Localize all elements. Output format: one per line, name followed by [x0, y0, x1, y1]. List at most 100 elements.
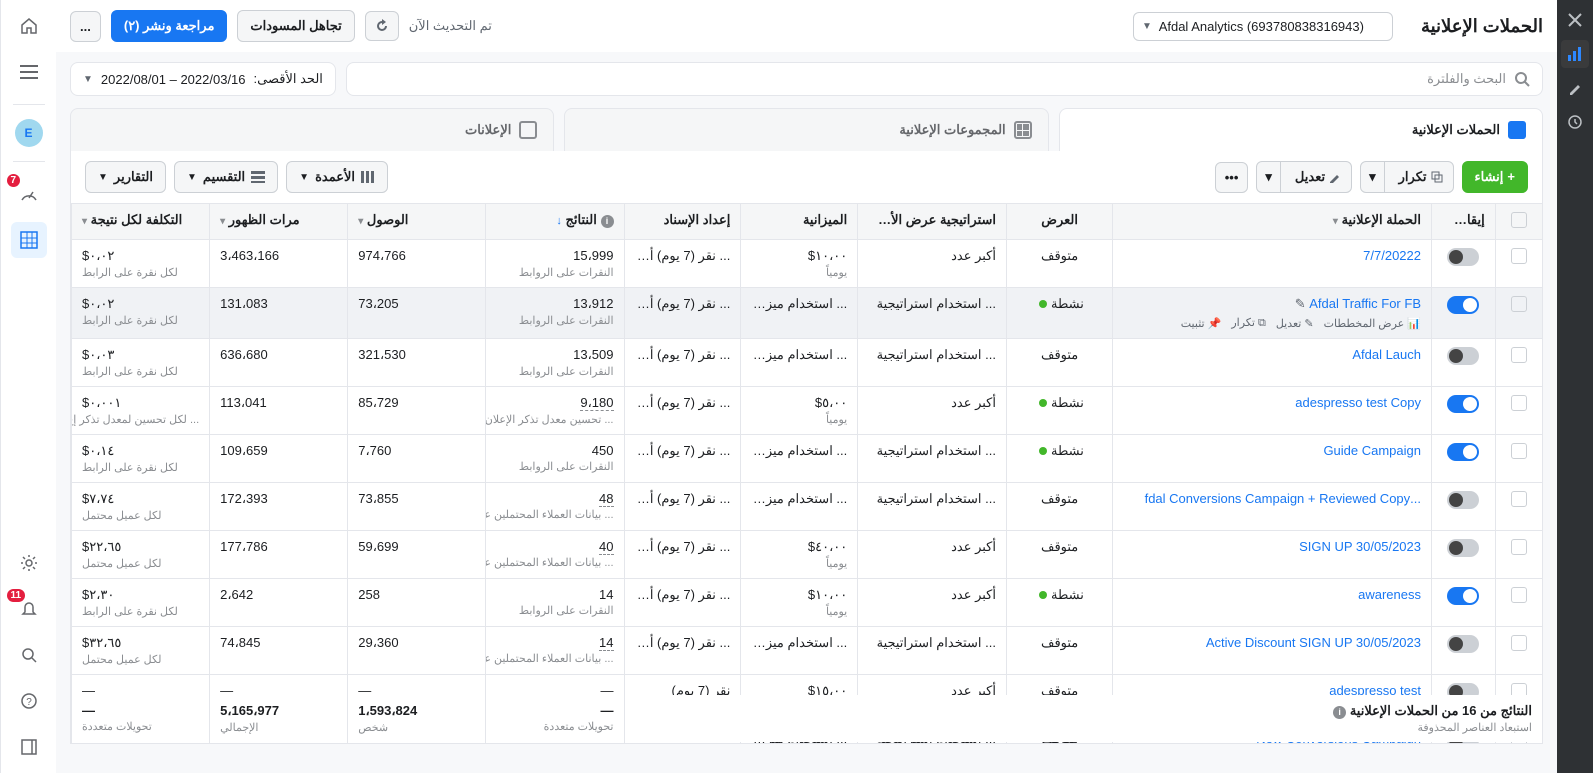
ads-icon	[519, 121, 537, 139]
results-value: 14	[599, 635, 613, 651]
row-toggle[interactable]	[1447, 539, 1479, 557]
row-checkbox[interactable]	[1511, 347, 1527, 363]
row-toggle[interactable]	[1447, 395, 1479, 413]
col-header-reach[interactable]: الوصول ▾	[348, 204, 486, 240]
chevron-down-icon[interactable]: ▾	[1257, 162, 1281, 192]
row-checkbox[interactable]	[1511, 587, 1527, 603]
footer-reach: 1،593،824	[358, 704, 417, 719]
campaign-link[interactable]: Afdal Traffic For FB	[1309, 296, 1421, 311]
chevron-down-icon[interactable]: ▾	[1361, 162, 1385, 192]
search-filter-input[interactable]: البحث والفلترة	[346, 62, 1543, 96]
edit-drawer-icon[interactable]	[1561, 74, 1589, 102]
row-checkbox[interactable]	[1511, 635, 1527, 651]
menu-icon[interactable]	[11, 54, 47, 90]
impressions-value: 131،083	[220, 296, 268, 311]
panel-icon[interactable]	[11, 729, 47, 765]
col-header-budget[interactable]: الميزانية	[741, 204, 858, 240]
row-checkbox[interactable]	[1511, 248, 1527, 264]
row-toggle[interactable]	[1447, 347, 1479, 365]
campaign-link[interactable]: Guide Campaign	[1323, 443, 1421, 458]
discard-drafts-button[interactable]: تجاهل المسودات	[237, 10, 354, 42]
col-header-bid[interactable]: استراتيجية عرض الأسعار	[858, 204, 1007, 240]
campaigns-icon	[1508, 121, 1526, 139]
row-toggle[interactable]	[1447, 635, 1479, 653]
tab-campaigns[interactable]: الحملات الإعلانية	[1059, 108, 1543, 151]
row-action-pin[interactable]: 📌 تثبيت	[1181, 316, 1222, 330]
reach-value: 974،766	[358, 248, 406, 263]
col-header-delivery[interactable]: العرض	[1007, 204, 1113, 240]
level-tabs: الحملات الإعلانية المجموعات الإعلانية ال…	[56, 96, 1557, 151]
updated-label: تم التحديث الآن	[409, 18, 492, 34]
duplicate-button[interactable]: تكرار ▾	[1360, 161, 1453, 193]
reports-button[interactable]: التقارير ▼	[85, 161, 166, 193]
col-header-impressions[interactable]: مرات الظهور ▾	[210, 204, 348, 240]
campaign-link[interactable]: Active Discount SIGN UP 30/05/2023	[1206, 635, 1421, 650]
breakdown-button[interactable]: التقسيم ▼	[174, 161, 278, 193]
campaign-link[interactable]: Afdal Lauch	[1352, 347, 1421, 362]
close-drawer-icon[interactable]	[1561, 6, 1589, 34]
date-prefix: الحد الأقصى:	[254, 71, 323, 87]
row-action-edit[interactable]: ✎ تعديل	[1276, 316, 1314, 330]
row-toggle[interactable]	[1447, 491, 1479, 509]
delivery-status: نشطة	[1051, 296, 1084, 311]
row-toggle[interactable]	[1447, 587, 1479, 605]
header-more-button[interactable]: ...	[70, 11, 101, 42]
results-value: 9،180	[580, 395, 613, 411]
date-range: 2022/03/16 – 2022/08/01	[101, 72, 246, 87]
col-header-attribution[interactable]: إعداد الإسناد	[624, 204, 741, 240]
row-toggle[interactable]	[1447, 443, 1479, 461]
avatar[interactable]: E	[15, 119, 43, 147]
row-checkbox[interactable]	[1511, 539, 1527, 555]
col-header-checkbox[interactable]	[1495, 204, 1542, 240]
bid-strategy: ... استخدام استراتيجية	[877, 635, 996, 650]
impressions-value: 172،393	[220, 491, 268, 506]
row-checkbox[interactable]	[1511, 395, 1527, 411]
date-range-selector[interactable]: الحد الأقصى: 2022/03/16 – 2022/08/01 ▼	[70, 62, 336, 96]
row-action-charts[interactable]: 📊 عرض المخططات	[1324, 316, 1421, 330]
campaign-link[interactable]: ...fdal Conversions Campaign + Reviewed …	[1145, 491, 1421, 506]
bell-icon[interactable]: 11	[11, 591, 47, 627]
gear-icon[interactable]	[11, 545, 47, 581]
search-icon-nav[interactable]	[11, 637, 47, 673]
row-checkbox[interactable]	[1511, 296, 1527, 312]
row-checkbox[interactable]	[1511, 443, 1527, 459]
campaign-link[interactable]: 7/7/20222	[1363, 248, 1421, 263]
account-selector[interactable]: Afdal Analytics (693780838316943) ▼	[1133, 12, 1393, 41]
row-toggle[interactable]	[1447, 248, 1479, 266]
edit-button[interactable]: تعديل ▾	[1256, 161, 1352, 193]
col-header-campaign[interactable]: الحملة الإعلانية ▾	[1113, 204, 1432, 240]
refresh-button[interactable]	[365, 11, 399, 41]
impressions-value: 2،642	[220, 587, 253, 602]
reach-value: 7،760	[358, 443, 391, 458]
create-button[interactable]: +إنشاء	[1462, 161, 1529, 193]
help-icon[interactable]: ?	[11, 683, 47, 719]
table-icon[interactable]	[11, 222, 47, 258]
review-publish-button[interactable]: مراجعة ونشر (٢)	[111, 10, 228, 42]
tab-label: الحملات الإعلانية	[1412, 122, 1500, 138]
row-checkbox[interactable]	[1511, 491, 1527, 507]
campaign-link[interactable]: adespresso test Copy	[1295, 395, 1421, 410]
col-header-cpr[interactable]: التكلفة لكل نتيجة ▾	[72, 204, 210, 240]
reach-value: 73،205	[358, 296, 398, 311]
table-row: adespresso test Copyنشطة أكبر عدد٥،٠٠$يو…	[72, 387, 1543, 435]
row-action-duplicate[interactable]: ⧉ تكرار	[1231, 316, 1265, 330]
home-icon[interactable]	[11, 8, 47, 44]
tab-adsets[interactable]: المجموعات الإعلانية	[564, 108, 1048, 151]
budget-value: ٤٠،٠٠$	[808, 539, 847, 554]
more-actions-button[interactable]: •••	[1215, 162, 1249, 193]
results-value: 13،912	[573, 296, 613, 311]
columns-button[interactable]: الأعمدة ▼	[286, 161, 388, 193]
insights-icon[interactable]	[1561, 40, 1589, 68]
history-drawer-icon[interactable]	[1561, 108, 1589, 136]
campaign-link[interactable]: awareness	[1358, 587, 1421, 602]
tab-ads[interactable]: الإعلانات	[70, 108, 554, 151]
row-toggle[interactable]	[1447, 296, 1479, 314]
col-header-toggle[interactable]: إيقاف/تشغيل	[1432, 204, 1496, 240]
table-row: ...fdal Conversions Campaign + Reviewed …	[72, 483, 1543, 531]
select-all-checkbox[interactable]	[1511, 212, 1527, 228]
col-header-results[interactable]: i النتائج ↓	[486, 204, 624, 240]
campaign-link[interactable]: SIGN UP 30/05/2023	[1299, 539, 1421, 554]
gauge-icon[interactable]: 7	[11, 176, 47, 212]
footer-impressions: 5،165،977	[220, 704, 279, 719]
pencil-icon[interactable]: ✎	[1295, 296, 1306, 311]
